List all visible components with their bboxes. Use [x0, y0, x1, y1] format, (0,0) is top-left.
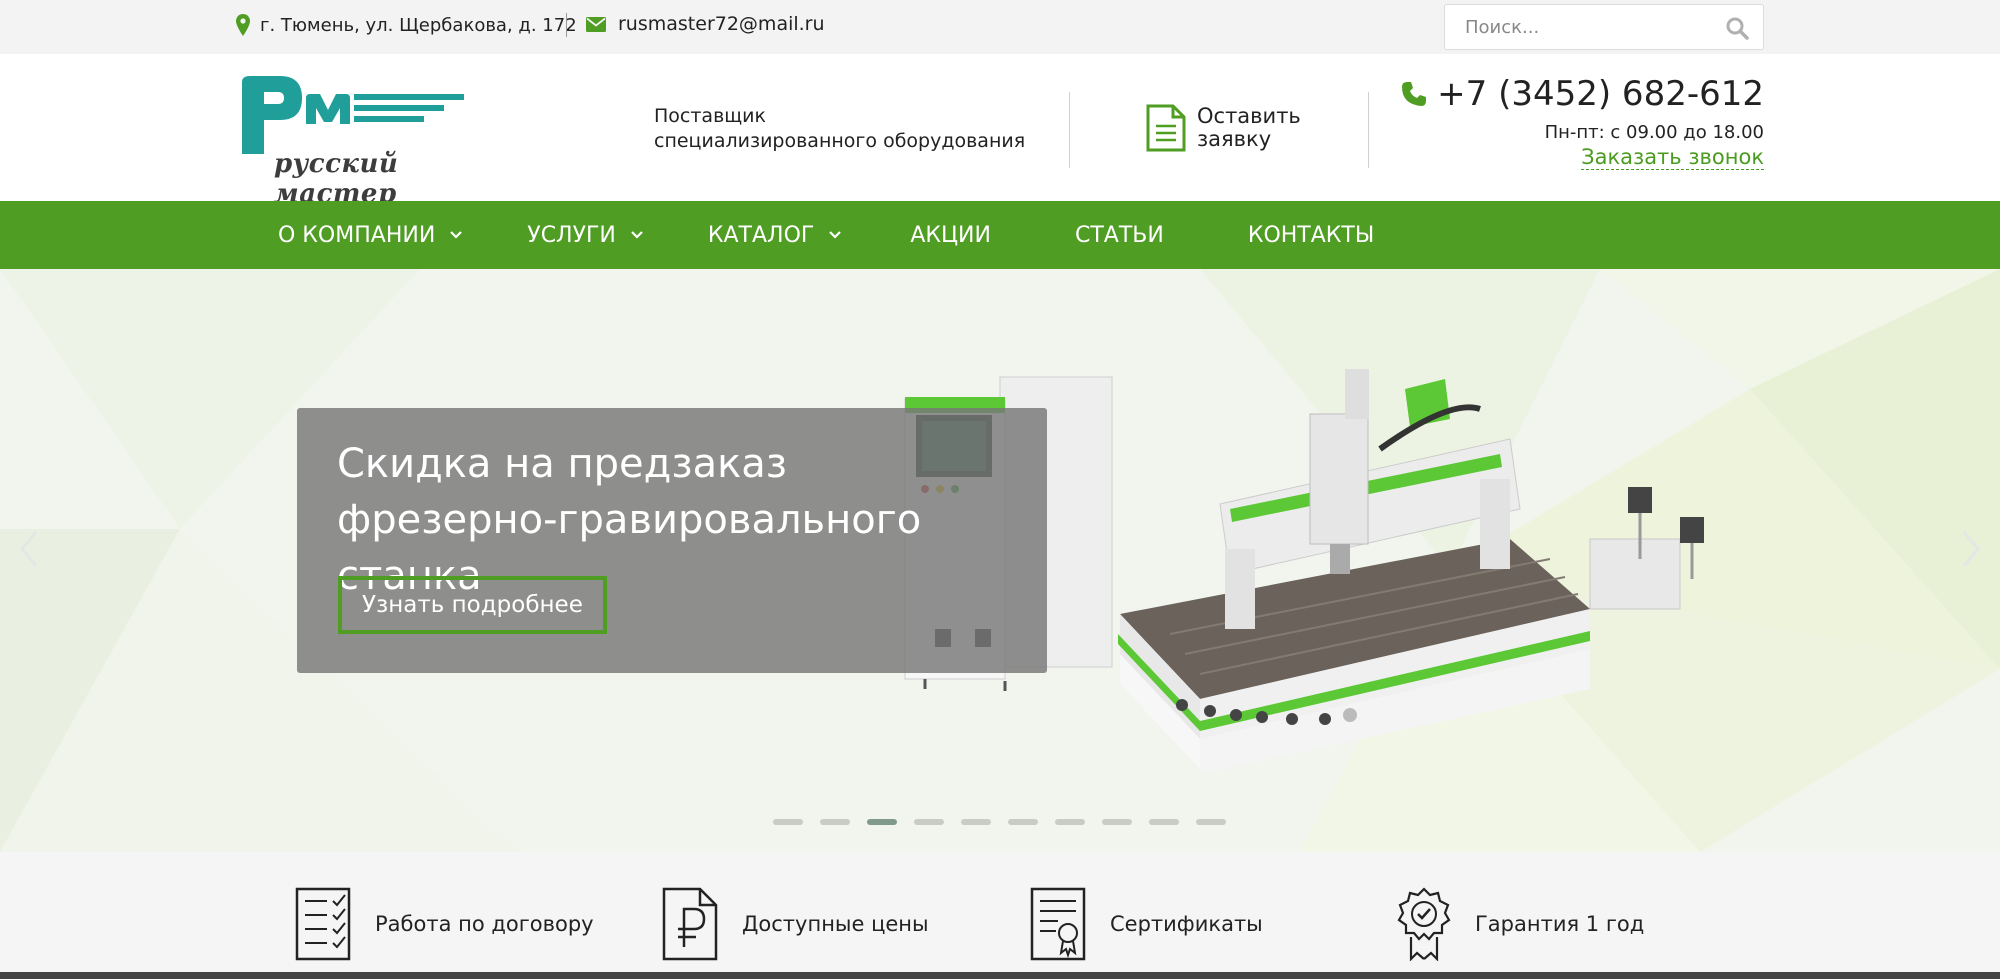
hero-slider: Скидка на предзаказ фрезерно-гравироваль… [0, 269, 2000, 852]
slider-pagination [773, 819, 1243, 825]
slide-dot[interactable] [773, 819, 803, 825]
slide-dot[interactable] [914, 819, 944, 825]
nav-label: КОНТАКТЫ [1247, 222, 1375, 248]
nav-label: АКЦИИ [910, 222, 991, 248]
contract-checklist-icon [295, 887, 351, 961]
chevron-down-icon [631, 231, 643, 239]
address-text: г. Тюмень, ул. Щербакова, д. 172 [260, 14, 577, 36]
nav-label: О КОМПАНИИ [278, 222, 436, 248]
tagline-line: специализированного оборудования [654, 130, 1026, 152]
leave-request-button[interactable]: Оставить заявку [1145, 104, 1301, 152]
slide-dot-active[interactable] [867, 819, 897, 825]
envelope-icon [586, 16, 606, 32]
request-label: Оставить [1197, 104, 1301, 128]
map-pin-icon [236, 14, 250, 36]
feature-item: Работа по договору [295, 887, 594, 961]
contact-block: +7 (3452) 682-612 Пн-пт: с 09.00 до 18.0… [1401, 74, 1764, 170]
feature-item: Сертификаты [1030, 887, 1263, 961]
tagline: Поставщик специализированного оборудован… [654, 104, 1025, 154]
phone-number[interactable]: +7 (3452) 682-612 [1401, 74, 1764, 114]
nav-item-services[interactable]: УСЛУГИ [527, 223, 644, 248]
search-box [1444, 4, 1764, 50]
chevron-down-icon [829, 231, 842, 239]
logo-mark [242, 76, 464, 154]
warranty-badge-icon [1397, 887, 1451, 961]
main-nav: О КОМПАНИИ УСЛУГИ КАТАЛОГ АКЦИИ СТАТЬИ К… [0, 201, 2000, 269]
email-link[interactable]: rusmaster72@mail.ru [586, 13, 825, 35]
tagline-line: Поставщик [654, 105, 766, 127]
slide-dot[interactable] [820, 819, 850, 825]
slide-dot[interactable] [1149, 819, 1179, 825]
phone-text: +7 (3452) 682-612 [1437, 74, 1764, 114]
nav-item-promotions[interactable]: АКЦИИ [910, 223, 991, 248]
search-icon[interactable] [1725, 16, 1749, 44]
prev-slide-arrow[interactable] [18, 529, 40, 573]
next-slide-arrow[interactable] [1960, 529, 1982, 573]
divider [1069, 92, 1070, 168]
logo[interactable]: русский мастер [236, 74, 486, 209]
work-hours: Пн-пт: с 09.00 до 18.00 [1544, 122, 1764, 143]
divider [566, 13, 567, 37]
order-callback-link[interactable]: Заказать звонок [1581, 145, 1764, 170]
search-input[interactable] [1445, 5, 1695, 49]
slide-title-line: Скидка на предзаказ [337, 441, 788, 487]
slide-caption: Скидка на предзаказ фрезерно-гравироваль… [297, 408, 1047, 673]
divider [1368, 92, 1369, 168]
top-bar: г. Тюмень, ул. Щербакова, д. 172 rusmast… [0, 0, 2000, 54]
feature-label: Работа по договору [375, 912, 594, 936]
document-icon [1146, 104, 1186, 152]
nav-item-articles[interactable]: СТАТЬИ [1075, 223, 1164, 248]
phone-icon [1402, 82, 1427, 106]
feature-item: Доступные цены [662, 887, 929, 961]
slide-dot[interactable] [1008, 819, 1038, 825]
request-label: заявку [1197, 127, 1272, 151]
email-text: rusmaster72@mail.ru [618, 13, 825, 35]
chevron-left-icon [20, 531, 38, 567]
nav-item-contacts[interactable]: КОНТАКТЫ [1248, 223, 1374, 248]
logo-caption: русский мастер [274, 149, 399, 209]
nav-item-catalog[interactable]: КАТАЛОГ [708, 223, 842, 248]
feature-label: Доступные цены [742, 912, 929, 936]
nav-item-company[interactable]: О КОМПАНИИ [278, 223, 463, 248]
slide-dot[interactable] [1196, 819, 1226, 825]
nav-label: КАТАЛОГ [707, 222, 815, 248]
feature-label: Сертификаты [1110, 912, 1263, 936]
address: г. Тюмень, ул. Щербакова, д. 172 [236, 14, 577, 36]
ruble-document-icon [662, 887, 718, 961]
nav-label: СТАТЬИ [1074, 222, 1164, 248]
feature-item: Гарантия 1 год [1397, 887, 1644, 961]
feature-label: Гарантия 1 год [1475, 912, 1645, 936]
chevron-right-icon [1962, 531, 1980, 567]
certificate-icon [1030, 887, 1086, 961]
slide-dot[interactable] [1102, 819, 1132, 825]
chevron-down-icon [450, 231, 463, 239]
features-bar: Работа по договору Доступные цены Сертиф… [0, 852, 2000, 979]
page-bottom-edge [0, 972, 2000, 979]
learn-more-button[interactable]: Узнать подробнее [338, 576, 607, 634]
slide-dot[interactable] [961, 819, 991, 825]
site-header: русский мастер Поставщик специализирован… [0, 54, 2000, 209]
nav-label: УСЛУГИ [527, 222, 616, 248]
slide-dot[interactable] [1055, 819, 1085, 825]
